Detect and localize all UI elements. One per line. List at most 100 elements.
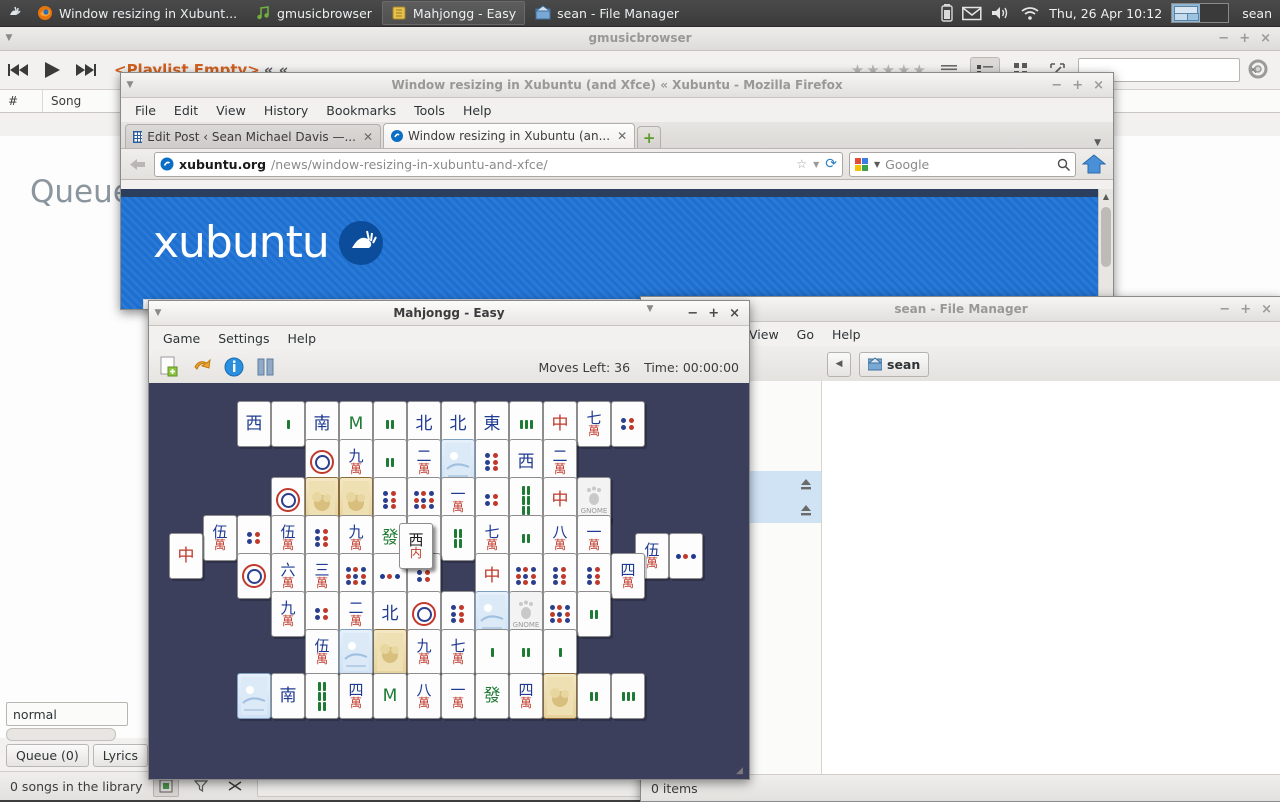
chevron-down-icon[interactable]: ▼ (874, 160, 880, 169)
close-button[interactable]: × (1093, 79, 1104, 92)
tab-close-icon[interactable]: ✕ (363, 130, 373, 144)
maximize-button[interactable]: + (708, 307, 719, 320)
mahjongg-tile[interactable] (373, 629, 407, 675)
url-bar[interactable]: xubuntu.org/news/window-resizing-in-xubu… (154, 152, 843, 177)
minimize-button[interactable]: − (687, 307, 698, 320)
mahjongg-tile[interactable]: 七萬 (441, 629, 475, 675)
menu-settings[interactable]: Settings (210, 328, 277, 349)
mahjongg-tile[interactable] (305, 673, 339, 719)
mail-icon[interactable] (962, 6, 982, 21)
pause-icon[interactable] (255, 356, 277, 378)
maximize-button[interactable]: + (1240, 303, 1251, 316)
file-listing-area[interactable] (822, 381, 1280, 775)
gear-icon[interactable] (1246, 57, 1272, 83)
mahjongg-tile[interactable] (271, 401, 305, 447)
undo-icon[interactable] (191, 356, 213, 378)
mahjongg-tile[interactable] (237, 553, 271, 599)
mahjongg-tile[interactable]: 四萬 (339, 673, 373, 719)
maximize-button[interactable]: + (1072, 79, 1083, 92)
mahjongg-tile[interactable]: 伍萬 (203, 515, 237, 561)
mahjongg-tile[interactable] (475, 629, 509, 675)
mahjongg-titlebar[interactable]: ▼ Mahjongg - Easy − + × (149, 301, 749, 326)
mahjongg-menubar[interactable]: Game Settings Help (149, 326, 749, 350)
mahjongg-tile[interactable]: 九萬 (271, 591, 305, 637)
applications-menu-button[interactable] (0, 0, 28, 26)
clock[interactable]: Thu, 26 Apr 10:12 (1049, 6, 1162, 21)
new-tab-button[interactable]: + (637, 126, 661, 148)
minimize-button[interactable]: − (1219, 303, 1230, 316)
mahjongg-tile[interactable] (669, 533, 703, 579)
tab-lyrics[interactable]: Lyrics (93, 744, 148, 767)
search-icon[interactable] (1057, 158, 1070, 171)
tab-queue[interactable]: Queue (0) (6, 744, 89, 767)
mahjongg-tile[interactable]: 四萬 (611, 553, 645, 599)
eject-icon[interactable] (799, 477, 813, 491)
search-bar[interactable]: ▼ Google (849, 152, 1076, 177)
reload-icon[interactable]: ⟳ (825, 156, 837, 172)
close-button[interactable]: × (1260, 32, 1271, 45)
path-back-button[interactable]: ◀ (827, 352, 851, 377)
firefox-window[interactable]: ▼ Window resizing in Xubuntu (and Xfce) … (120, 72, 1114, 310)
menu-go[interactable]: Go (789, 324, 822, 345)
mahjongg-tile[interactable]: 伍萬 (305, 629, 339, 675)
mahjongg-window[interactable]: ▼ Mahjongg - Easy − + × Game Settings He… (148, 300, 750, 780)
scroll-up-icon[interactable]: ▲ (1099, 189, 1113, 203)
window-menu-icon[interactable]: ▼ (0, 33, 18, 43)
username-label[interactable]: sean (1238, 6, 1272, 21)
play-mode-selector[interactable]: normal (6, 702, 128, 726)
menu-help[interactable]: Help (455, 100, 500, 121)
mahjongg-tile[interactable]: 四萬 (509, 673, 543, 719)
mahjongg-tile[interactable]: M (373, 673, 407, 719)
menu-tools[interactable]: Tools (406, 100, 453, 121)
mahjongg-tile[interactable]: 西内 (399, 523, 433, 569)
mahjongg-tile[interactable]: 中 (169, 533, 203, 579)
firefox-titlebar[interactable]: ▼ Window resizing in Xubuntu (and Xfce) … (121, 73, 1113, 98)
browser-tab-edit-post[interactable]: Edit Post ‹ Sean Michael Davis —... ✕ (125, 124, 381, 148)
mahjongg-board[interactable]: 西南M北北東中七萬九萬二萬西二萬一萬中GNOME伍萬伍萬九萬發七萬八萬一萬伍萬中… (149, 383, 749, 779)
menu-help[interactable]: Help (280, 328, 325, 349)
resize-grip[interactable]: ◢ (736, 766, 748, 778)
site-identity-icon[interactable] (160, 157, 174, 171)
workspace-switcher[interactable] (1171, 3, 1229, 23)
taskbar-item-firefox[interactable]: Window resizing in Xubunt... (29, 2, 245, 24)
wifi-icon[interactable] (1020, 5, 1040, 21)
window-menu-icon[interactable]: ▼ (641, 304, 659, 314)
window-buttons[interactable]: − + × (687, 307, 749, 320)
mahjongg-tile[interactable]: 一萬 (441, 673, 475, 719)
minimize-button[interactable]: − (1218, 32, 1229, 45)
transport-controls[interactable] (8, 60, 96, 80)
play-icon[interactable] (42, 60, 62, 80)
url-bar-icons[interactable]: ☆ ▼ ⟳ (796, 156, 837, 172)
page-scrollbar[interactable]: ▲ ▼ (1098, 189, 1113, 309)
next-icon[interactable] (74, 62, 96, 78)
window-menu-icon[interactable]: ▼ (121, 80, 139, 90)
menu-game[interactable]: Game (155, 328, 208, 349)
mahjongg-tile[interactable]: 發 (475, 673, 509, 719)
system-tray[interactable]: Thu, 26 Apr 10:12 sean (941, 3, 1280, 23)
mahjongg-tile[interactable]: 八萬 (407, 673, 441, 719)
tab-list-chevron-icon[interactable]: ▼ (1086, 138, 1109, 148)
home-icon[interactable] (1082, 153, 1106, 175)
google-icon[interactable] (855, 158, 869, 171)
menu-edit[interactable]: Edit (166, 100, 206, 121)
mahjongg-tile[interactable] (509, 629, 543, 675)
scrollbar-thumb[interactable] (1101, 207, 1111, 267)
volume-icon[interactable] (991, 5, 1011, 21)
firefox-navigation-bar[interactable]: xubuntu.org/news/window-resizing-in-xubu… (121, 149, 1113, 180)
mahjongg-tile[interactable] (441, 515, 475, 561)
close-button[interactable]: × (1261, 303, 1272, 316)
mahjongg-tile[interactable] (577, 673, 611, 719)
menu-history[interactable]: History (256, 100, 316, 121)
window-buttons[interactable]: − + × (1051, 79, 1113, 92)
firefox-page-content[interactable]: xubuntu (121, 189, 1113, 309)
mahjongg-tile[interactable]: 西 (237, 401, 271, 447)
mahjongg-tile[interactable]: 九萬 (407, 629, 441, 675)
menu-view[interactable]: View (208, 100, 254, 121)
tab-close-icon[interactable]: ✕ (617, 129, 627, 143)
previous-icon[interactable] (8, 62, 30, 78)
breadcrumb-sean[interactable]: sean (859, 352, 929, 377)
menu-bookmarks[interactable]: Bookmarks (318, 100, 404, 121)
hint-icon[interactable] (223, 356, 245, 378)
seek-slider[interactable] (6, 728, 116, 741)
battery-icon[interactable] (941, 4, 953, 22)
